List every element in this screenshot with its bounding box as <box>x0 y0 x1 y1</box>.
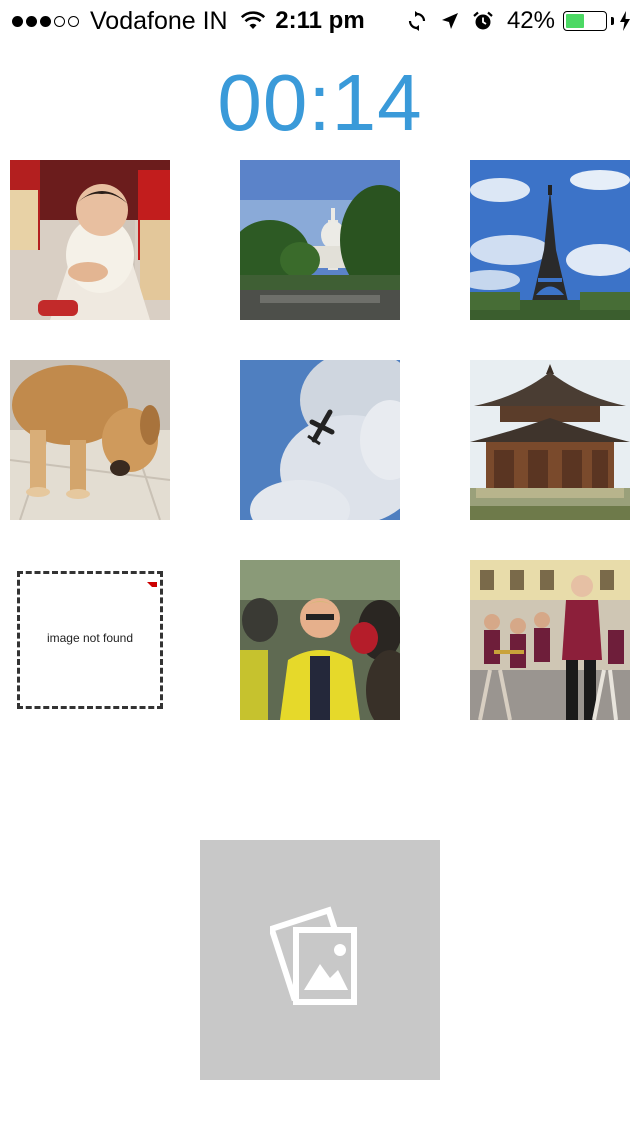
image-tile-airplane[interactable] <box>240 360 400 520</box>
image-tile-pagoda[interactable] <box>470 360 630 520</box>
charging-bolt-icon <box>620 11 630 31</box>
battery-nub <box>611 17 614 25</box>
selected-image-placeholder[interactable] <box>200 840 440 1080</box>
brass-band-photo <box>470 560 630 720</box>
pagoda-photo <box>470 360 630 520</box>
location-icon <box>441 13 458 29</box>
image-not-found-label: image not found <box>46 631 134 645</box>
battery-percent: 42% <box>506 7 555 34</box>
airplane-photo <box>240 360 400 520</box>
image-tile-capitol[interactable] <box>240 160 400 320</box>
dog-photo <box>10 360 170 520</box>
status-bar: Vodafone IN 2:11 pm 42% <box>0 0 640 40</box>
battery-icon <box>563 11 607 31</box>
image-tile-not-found[interactable]: image not found <box>10 560 170 720</box>
image-tile-dog[interactable] <box>10 360 170 520</box>
status-right: 42% <box>407 6 630 36</box>
man-yellow-jacket-photo <box>240 560 400 720</box>
broken-image-icon <box>147 582 157 587</box>
image-tile-eiffel-tower[interactable] <box>470 160 630 320</box>
capitol-photo <box>240 160 400 320</box>
image-tile-brass-band[interactable] <box>470 560 630 720</box>
baby-photo <box>10 160 170 320</box>
rotation-lock-icon <box>408 11 426 31</box>
battery-level <box>566 14 584 28</box>
alarm-icon <box>473 11 493 30</box>
countdown-timer: 00:14 <box>217 58 423 147</box>
image-tile-baby[interactable] <box>10 160 170 320</box>
image-placeholder-icon <box>270 906 357 1005</box>
image-grid: image not found <box>10 160 630 720</box>
eiffel-tower-photo <box>470 160 630 320</box>
image-tile-man-yellow-jacket[interactable] <box>240 560 400 720</box>
